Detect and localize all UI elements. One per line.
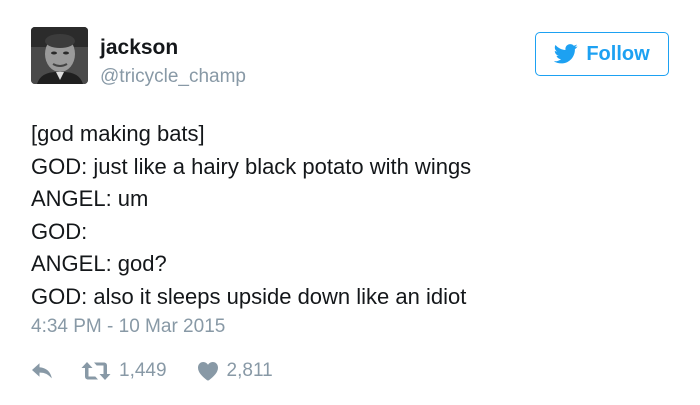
tweet-text: [god making bats] GOD: just like a hairy… (31, 118, 671, 313)
reply-icon (32, 363, 52, 379)
avatar[interactable] (31, 27, 88, 84)
reply-button[interactable] (31, 362, 53, 380)
follow-button[interactable]: Follow (535, 32, 669, 76)
twitter-bird-icon (554, 44, 578, 64)
tweet-line: GOD: also it sleeps upside down like an … (31, 283, 467, 309)
retweet-button[interactable]: 1,449 (81, 360, 167, 382)
like-button[interactable]: 2,811 (197, 360, 273, 382)
tweet-actions: 1,449 2,811 (31, 358, 273, 384)
avatar-image (31, 27, 88, 84)
tweet-line: [god making bats] (31, 121, 205, 146)
retweet-icon (81, 362, 111, 380)
heart-icon (197, 362, 218, 381)
follow-label: Follow (586, 42, 650, 65)
tweet-timestamp[interactable]: 4:34 PM - 10 Mar 2015 (31, 316, 225, 338)
tweet-line: ANGEL: god? (31, 251, 167, 276)
tweet-line: ANGEL: um (31, 186, 149, 211)
tweet-line: GOD: just like a hairy black potato with… (31, 153, 472, 179)
display-name[interactable]: jackson (100, 36, 178, 60)
tweet-line: GOD: (31, 218, 88, 244)
user-handle[interactable]: @tricycle_champ (100, 66, 246, 88)
retweet-count: 1,449 (119, 360, 167, 381)
like-count: 2,811 (226, 360, 273, 381)
tweet-card: jackson @tricycle_champ Follow [god maki… (0, 0, 700, 405)
